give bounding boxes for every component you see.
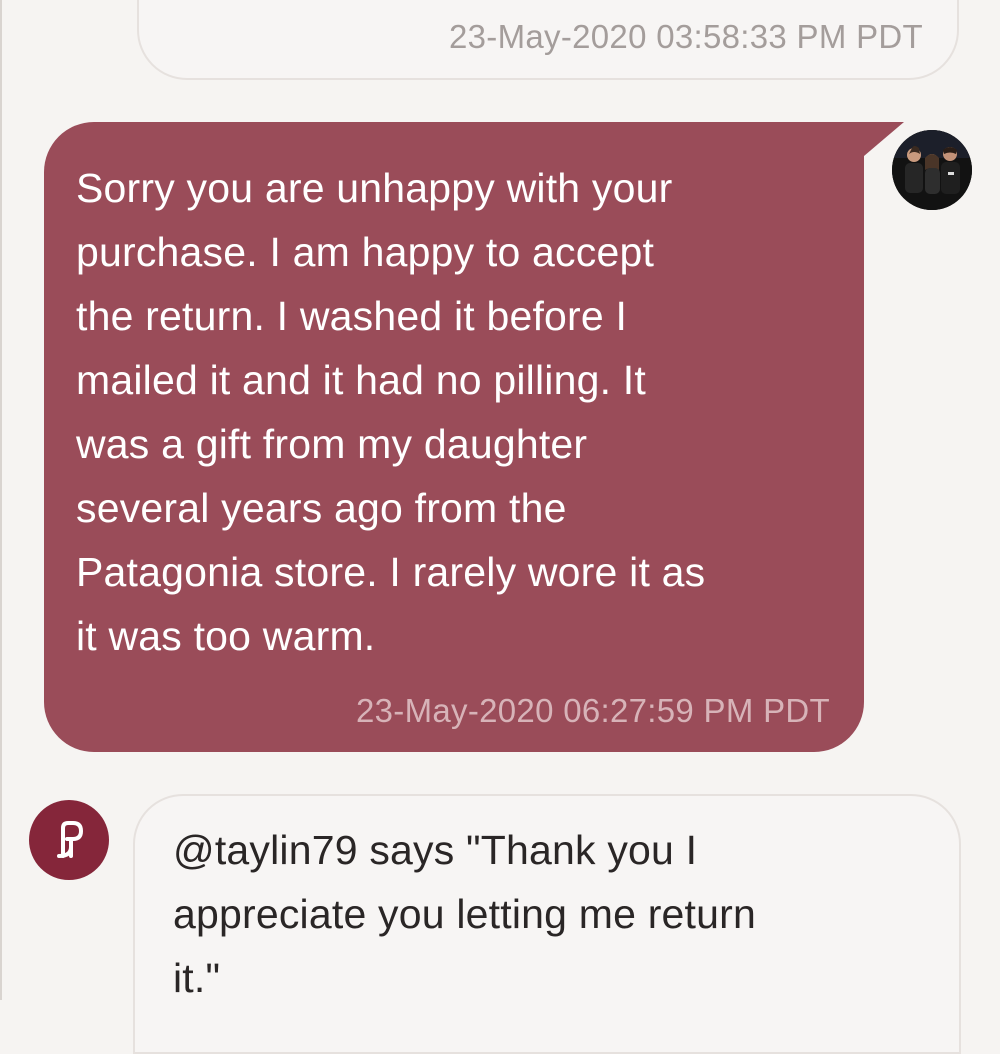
message-text: Sorry you are unhappy with your purchase… [76,165,706,659]
user-avatar[interactable] [892,130,972,210]
message-timestamp: 23-May-2020 06:27:59 PM PDT [356,692,830,729]
poshmark-logo-icon [57,821,83,858]
message-text: @taylin79 says "Thank you I appreciate y… [173,827,757,1001]
screen-left-edge [0,0,2,1000]
incoming-message-bubble[interactable]: @taylin79 says "Thank you I appreciate y… [133,794,961,1054]
user-avatar-photo [892,130,972,210]
outgoing-message-bubble[interactable]: Sorry you are unhappy with your purchase… [44,122,904,752]
incoming-message-bubble[interactable]: 23-May-2020 03:58:33 PM PDT [137,0,959,80]
message-timestamp: 23-May-2020 03:58:33 PM PDT [449,18,923,55]
poshmark-logo[interactable] [29,800,109,880]
